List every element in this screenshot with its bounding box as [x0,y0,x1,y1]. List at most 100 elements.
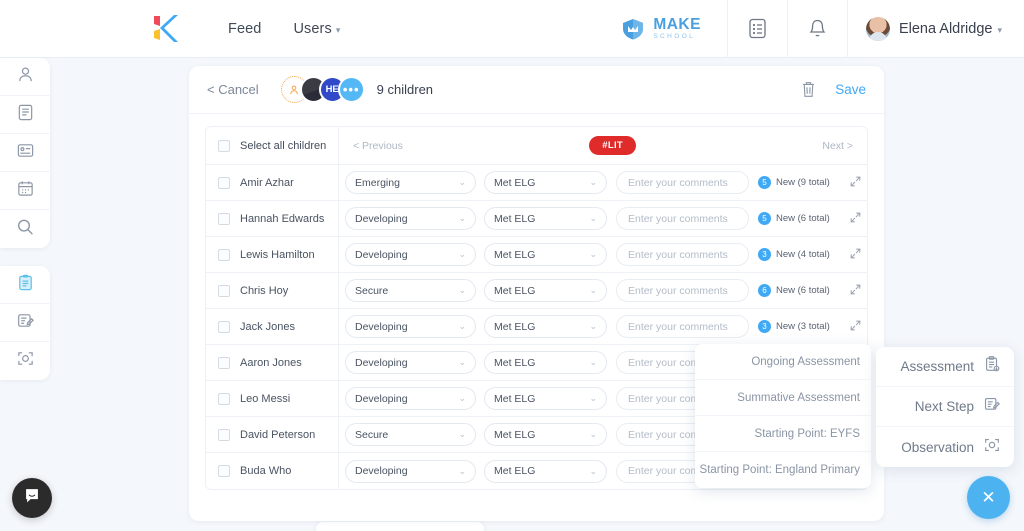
level-dropdown[interactable]: Emerging ⌄ [345,171,476,194]
cancel-button[interactable]: < Cancel [207,82,259,97]
expand-icon[interactable] [850,174,861,192]
comment-input[interactable]: Enter your comments [616,315,749,338]
row-checkbox[interactable] [218,248,230,261]
next-button[interactable]: Next > [822,140,853,152]
row-checkbox[interactable] [218,356,230,369]
row-status-cell: 3 New (4 total) [749,246,867,264]
reports-list-icon[interactable] [748,18,767,39]
elg-dropdown[interactable]: Met ELG ⌄ [484,351,607,374]
menu-item-summative-assessment[interactable]: Summative Assessment [695,380,871,416]
row-checkbox[interactable] [218,320,230,333]
new-count-badge: 6 [758,284,771,297]
kinderly-k-logo-icon[interactable] [148,12,180,46]
elg-dropdown[interactable]: Met ELG ⌄ [484,459,607,483]
action-observation[interactable]: Observation [876,427,1014,467]
avatar-more-button[interactable]: ••• [337,76,365,103]
level-dropdown-value: Developing [355,248,408,261]
user-menu[interactable]: Elena Aldridge ▾ [846,0,1024,58]
expand-icon[interactable] [850,318,861,336]
chevron-down-icon: ⌄ [458,321,466,331]
sidebar-item-calendar[interactable] [0,172,50,210]
level-dropdown[interactable]: Developing ⌄ [345,207,476,230]
elg-dropdown-value: Met ELG [494,176,536,189]
sidebar-item-next-step[interactable] [0,304,50,342]
level-dropdown-value: Developing [355,465,408,477]
select-all-cell[interactable]: Select all children [206,127,339,164]
sidebar-item-observation[interactable] [0,342,50,380]
expand-icon[interactable] [850,282,861,300]
expand-icon[interactable] [850,210,861,228]
action-next-step[interactable]: Next Step [876,387,1014,427]
children-avatar-stack[interactable]: HE ••• [280,76,365,103]
previous-button[interactable]: < Previous [353,140,403,152]
elg-dropdown[interactable]: Met ELG ⌄ [484,207,607,230]
scan-focus-icon [16,349,35,373]
chevron-down-icon: ⌄ [589,393,597,403]
level-dropdown[interactable]: Developing ⌄ [345,315,476,338]
level-dropdown[interactable]: Developing ⌄ [345,387,476,410]
sidebar-item-assessment[interactable] [0,266,50,304]
sidebar-item-people[interactable] [0,58,50,96]
sidebar-item-search[interactable] [0,210,50,248]
menu-item-ongoing-assessment[interactable]: Ongoing Assessment [695,344,871,380]
status-badge[interactable]: #LIT [589,136,636,155]
elg-dropdown[interactable]: Met ELG ⌄ [484,315,607,338]
row-checkbox[interactable] [218,392,230,405]
comment-input[interactable]: Enter your comments [616,243,749,266]
comment-input[interactable]: Enter your comments [616,171,749,194]
make-school-shield-icon [620,17,646,41]
assessment-type-menu: Ongoing Assessment Summative Assessment … [695,344,871,488]
toolbar-right-actions: Save [800,80,866,99]
sidebar-item-documents[interactable] [0,96,50,134]
menu-item-starting-point-england-primary[interactable]: Starting Point: England Primary [695,452,871,488]
make-school-brand: MAKE SCHOOL [594,16,727,41]
menu-item-starting-point-eyfs[interactable]: Starting Point: EYFS [695,416,871,452]
row-checkbox[interactable] [218,176,230,189]
chevron-down-icon: ⌄ [458,465,466,476]
expand-icon[interactable] [850,246,861,264]
notification-bell-icon[interactable] [808,18,827,39]
chevron-down-icon: ⌄ [589,285,597,295]
level-dropdown[interactable]: Developing ⌄ [345,243,476,266]
row-checkbox[interactable] [218,284,230,297]
comment-input[interactable]: Enter your comments [616,207,749,230]
totals-label: New (3 total) [776,321,830,332]
new-count-badge: 3 [758,320,771,333]
nav-reports-cell[interactable] [726,0,787,58]
nav-link-users[interactable]: Users ▾ [277,21,356,37]
table-row: Lewis Hamilton Developing ⌄ Met ELG ⌄ Enter y… [206,237,867,273]
elg-dropdown[interactable]: Met ELG ⌄ [484,423,607,446]
top-navigation-bar: Feed Users ▾ MAKE SCHOOL Elena Aldridge … [0,0,1024,58]
elg-dropdown[interactable]: Met ELG ⌄ [484,171,607,194]
search-icon [15,217,35,242]
action-assessment[interactable]: Assessment [876,347,1014,387]
nav-notifications-cell[interactable] [786,0,847,58]
close-fab-button[interactable]: ✕ [967,476,1010,519]
child-name-label: Amir Azhar [240,176,294,189]
elg-dropdown-value: Met ELG [494,392,536,405]
select-all-checkbox[interactable] [218,139,230,152]
sidebar-item-id-card[interactable] [0,134,50,172]
level-dropdown[interactable]: Developing ⌄ [345,351,476,374]
save-button[interactable]: Save [835,82,866,97]
trash-icon[interactable] [800,80,817,99]
chevron-down-icon: ⌄ [458,393,466,403]
comment-input[interactable]: Enter your comments [616,279,749,302]
level-dropdown[interactable]: Developing ⌄ [345,459,476,483]
elg-dropdown[interactable]: Met ELG ⌄ [484,279,607,302]
chat-launcher-button[interactable] [12,478,52,518]
level-dropdown[interactable]: Secure ⌄ [345,423,476,446]
clipboard-icon [16,273,35,297]
elg-dropdown-value: Met ELG [494,428,536,441]
nav-link-feed[interactable]: Feed [212,21,277,37]
level-dropdown[interactable]: Secure ⌄ [345,279,476,302]
row-checkbox[interactable] [218,428,230,441]
scan-focus-icon [983,436,1001,459]
row-checkbox[interactable] [218,465,230,477]
elg-dropdown[interactable]: Met ELG ⌄ [484,387,607,410]
row-checkbox[interactable] [218,212,230,225]
person-icon [16,65,35,89]
comment-cell: Enter your comments [616,243,749,266]
elg-dropdown[interactable]: Met ELG ⌄ [484,243,607,266]
totals-label: New (6 total) [776,213,830,224]
